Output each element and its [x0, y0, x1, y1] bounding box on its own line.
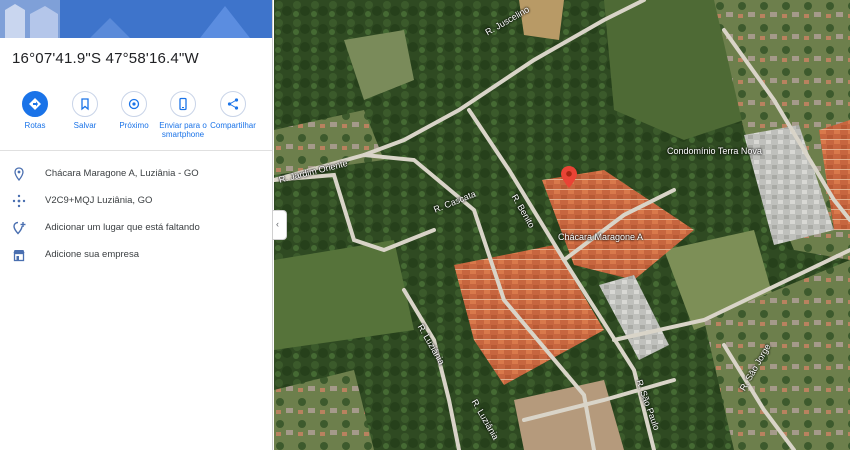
action-buttons-row: Rotas Salvar Próximo Enviar para o smart… — [0, 91, 272, 149]
coordinates-title: 16°07'41.9"S 47°58'16.4"W — [12, 50, 199, 67]
save-label: Salvar — [73, 121, 97, 130]
bookmark-icon — [72, 91, 98, 117]
address-row[interactable]: Chácara Maragone A, Luziânia - GO — [0, 164, 272, 186]
save-button[interactable]: Salvar — [61, 91, 109, 130]
add-missing-place-text: Adicionar um lugar que está faltando — [45, 222, 200, 233]
label-condominium: Condomínio Terra Nova — [667, 146, 762, 156]
nearby-label: Próximo — [119, 121, 149, 130]
nearby-button[interactable]: Próximo — [110, 91, 158, 130]
share-icon — [220, 91, 246, 117]
place-photo-banner[interactable] — [0, 0, 272, 38]
collapse-panel-button[interactable]: ‹ — [273, 210, 287, 240]
add-place-icon — [12, 221, 26, 235]
directions-icon — [22, 91, 48, 117]
send-to-phone-icon — [170, 91, 196, 117]
label-place-near-pin: Chácara Maragone A — [558, 232, 644, 242]
add-business-row[interactable]: Adicione sua empresa — [0, 245, 272, 267]
send-to-phone-button[interactable]: Enviar para o smartphone — [159, 91, 207, 139]
share-label: Compartilhar — [210, 121, 256, 130]
panel-divider — [0, 150, 272, 151]
place-info-panel: 16°07'41.9"S 47°58'16.4"W Rotas Salvar P… — [0, 0, 273, 450]
chevron-left-icon: ‹ — [276, 219, 279, 229]
business-icon — [12, 248, 26, 262]
location-pin-icon — [12, 167, 26, 182]
location-pin-marker[interactable] — [561, 166, 577, 188]
satellite-map[interactable]: Condomínio Terra Nova Chácara Maragone A… — [274, 0, 850, 450]
plus-code-row[interactable]: V2C9+MQJ Luziânia, GO — [0, 191, 272, 213]
nearby-icon — [121, 91, 147, 117]
plus-code-text: V2C9+MQJ Luziânia, GO — [45, 195, 153, 206]
add-business-text: Adicione sua empresa — [45, 249, 139, 260]
add-missing-place-row[interactable]: Adicionar um lugar que está faltando — [0, 218, 272, 240]
address-text: Chácara Maragone A, Luziânia - GO — [45, 168, 199, 179]
plus-code-icon — [12, 194, 26, 208]
share-button[interactable]: Compartilhar — [209, 91, 257, 130]
satellite-imagery — [274, 0, 850, 450]
banner-photo-illustration — [0, 0, 272, 38]
directions-label: Rotas — [24, 121, 46, 130]
directions-button[interactable]: Rotas — [11, 91, 59, 130]
send-to-phone-label: Enviar para o smartphone — [159, 121, 207, 139]
